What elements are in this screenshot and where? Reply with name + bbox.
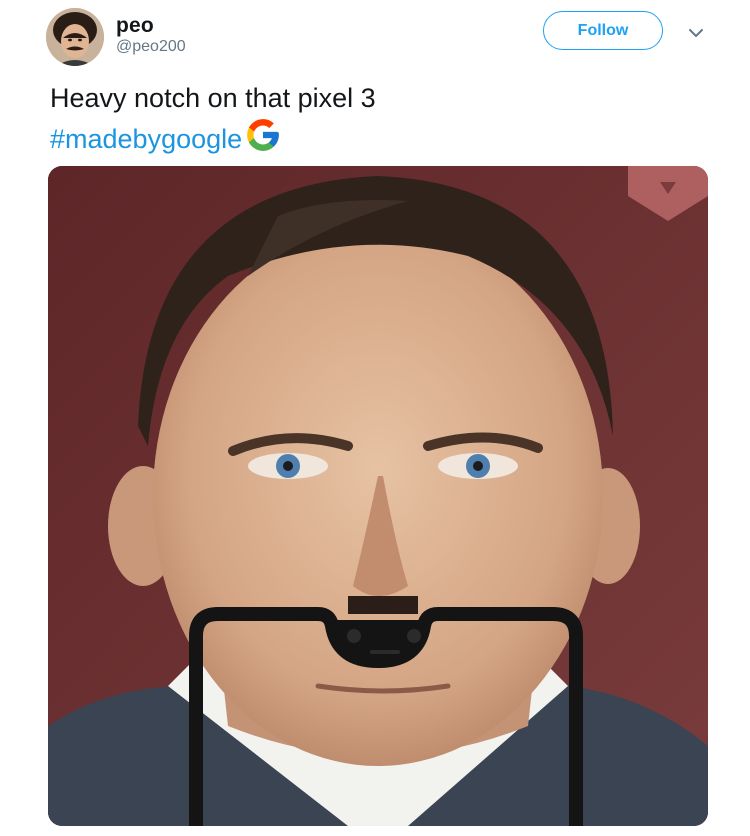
tweet-text: Heavy notch on that pixel 3 #madebygoogl…	[50, 80, 700, 157]
hashtag-link[interactable]: #madebygoogle	[50, 124, 242, 154]
tweet-photo[interactable]	[48, 166, 708, 826]
user-handle[interactable]: @peo200	[116, 38, 186, 56]
google-g-icon	[247, 119, 279, 151]
chevron-down-icon[interactable]	[686, 26, 706, 40]
user-avatar[interactable]	[46, 8, 104, 66]
avatar-image	[46, 8, 104, 66]
tweet-card: peo @peo200 Follow Heavy notch on that p…	[0, 0, 750, 836]
tweet-header: peo @peo200 Follow	[46, 8, 710, 68]
display-name[interactable]: peo	[116, 14, 154, 38]
photo-illustration	[48, 166, 708, 826]
follow-button[interactable]: Follow	[543, 11, 663, 50]
tweet-body: Heavy notch on that pixel 3	[50, 83, 376, 113]
